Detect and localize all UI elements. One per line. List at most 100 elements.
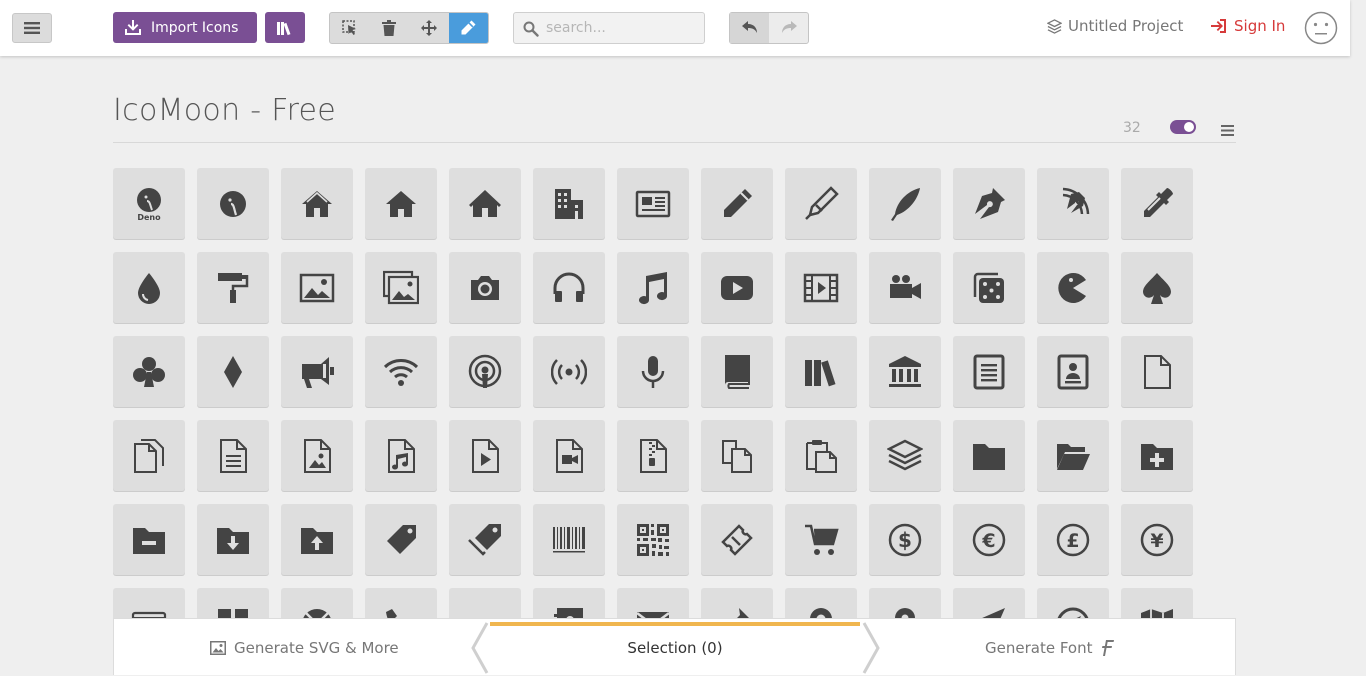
icon-tile[interactable] — [1037, 420, 1109, 492]
icon-tile[interactable] — [533, 168, 605, 240]
icon-tile[interactable] — [197, 168, 269, 240]
hamburger-icon — [24, 22, 40, 34]
headphones-icon — [553, 272, 585, 302]
user-avatar[interactable] — [1304, 11, 1338, 49]
icon-tile[interactable]: £ — [1037, 504, 1109, 576]
paint-format-icon — [218, 273, 249, 303]
icon-tile[interactable] — [281, 420, 353, 492]
edit-tool-button[interactable] — [448, 13, 488, 43]
icon-tile[interactable] — [365, 168, 437, 240]
icon-tile[interactable] — [533, 336, 605, 408]
icon-tile[interactable] — [113, 252, 185, 324]
icon-tile[interactable] — [785, 420, 857, 492]
icon-tile[interactable] — [953, 336, 1025, 408]
icon-tile[interactable] — [365, 420, 437, 492]
icon-tile[interactable] — [701, 168, 773, 240]
generate-svg-button[interactable]: Generate SVG & More — [210, 639, 399, 657]
icon-tile[interactable] — [617, 336, 689, 408]
icon-tile[interactable] — [701, 336, 773, 408]
icon-tile[interactable] — [869, 420, 941, 492]
icon-tile[interactable] — [1121, 168, 1193, 240]
search-input[interactable] — [544, 18, 694, 38]
icon-tile[interactable] — [953, 252, 1025, 324]
icon-tile[interactable] — [449, 252, 521, 324]
icon-tile[interactable] — [785, 168, 857, 240]
delete-tool-button[interactable] — [370, 13, 410, 43]
icon-tile[interactable] — [533, 504, 605, 576]
icon-tile[interactable]: Deno — [113, 168, 185, 240]
icon-tile[interactable] — [533, 420, 605, 492]
play-icon — [721, 276, 753, 300]
select-tool-button[interactable] — [330, 13, 370, 43]
icon-tile[interactable]: € — [953, 504, 1025, 576]
icon-tile[interactable] — [449, 504, 521, 576]
icon-tile[interactable] — [617, 504, 689, 576]
sign-in-link[interactable]: Sign In — [1211, 17, 1285, 35]
pacman-icon — [1058, 273, 1086, 303]
icon-tile[interactable] — [113, 504, 185, 576]
icon-library-button[interactable] — [265, 12, 305, 43]
icon-tile[interactable] — [533, 252, 605, 324]
icon-tile[interactable] — [449, 336, 521, 408]
redo-button[interactable] — [769, 13, 808, 43]
icon-tile[interactable] — [281, 504, 353, 576]
icon-tile[interactable] — [1121, 252, 1193, 324]
icon-tile[interactable] — [617, 420, 689, 492]
icon-tile[interactable] — [785, 252, 857, 324]
icon-tile[interactable] — [113, 420, 185, 492]
undo-button[interactable] — [730, 13, 769, 43]
icon-tile[interactable] — [1121, 336, 1193, 408]
icon-tile[interactable] — [449, 420, 521, 492]
icon-tile[interactable] — [617, 168, 689, 240]
blog-icon — [1062, 187, 1090, 215]
icon-tile[interactable] — [365, 252, 437, 324]
icon-tile[interactable] — [701, 420, 773, 492]
icon-tile[interactable] — [113, 336, 185, 408]
icon-tile[interactable] — [281, 168, 353, 240]
icon-tile[interactable] — [365, 504, 437, 576]
icon-tile[interactable] — [701, 504, 773, 576]
undo-icon — [741, 21, 757, 33]
icon-set-toggle[interactable] — [1170, 120, 1196, 134]
icon-set-menu-button[interactable] — [1221, 121, 1234, 140]
icon-tile[interactable] — [785, 504, 857, 576]
icon-tile[interactable]: ¥ — [1121, 504, 1193, 576]
icon-tile[interactable] — [197, 504, 269, 576]
icon-tile[interactable] — [869, 336, 941, 408]
file-text-icon — [973, 354, 1005, 390]
icon-tile[interactable]: $ — [869, 504, 941, 576]
icon-tile[interactable] — [1037, 252, 1109, 324]
icon-tile[interactable] — [449, 168, 521, 240]
icon-tile[interactable] — [197, 420, 269, 492]
icon-tile[interactable] — [869, 252, 941, 324]
icon-tile[interactable] — [785, 336, 857, 408]
icon-tile[interactable] — [1037, 168, 1109, 240]
coin-pound-icon: £ — [1056, 523, 1090, 557]
icon-tile[interactable] — [281, 252, 353, 324]
sign-in-label: Sign In — [1234, 17, 1286, 35]
generate-font-button[interactable]: Generate Font — [985, 639, 1115, 657]
office-icon — [555, 189, 583, 219]
import-icons-button[interactable]: Import Icons — [113, 12, 257, 43]
icon-tile[interactable] — [1037, 336, 1109, 408]
icon-tile[interactable] — [953, 420, 1025, 492]
icon-tile[interactable] — [953, 168, 1025, 240]
camera-icon — [471, 276, 499, 300]
main-menu-button[interactable] — [12, 13, 52, 43]
svg-text:$: $ — [898, 528, 912, 552]
barcode-icon — [553, 527, 585, 553]
icon-tile[interactable] — [617, 252, 689, 324]
icon-tile[interactable] — [281, 336, 353, 408]
icon-tile[interactable] — [869, 168, 941, 240]
select-icon — [342, 20, 356, 35]
icon-tile[interactable] — [197, 252, 269, 324]
icon-tile[interactable] — [1121, 420, 1193, 492]
icon-tile[interactable] — [365, 336, 437, 408]
redo-icon — [781, 21, 797, 33]
icon-tile[interactable] — [701, 252, 773, 324]
selection-tab[interactable]: Selection (0) — [487, 619, 863, 676]
selection-indicator — [490, 622, 860, 626]
icon-tile[interactable] — [197, 336, 269, 408]
project-menu[interactable]: Untitled Project — [1047, 17, 1183, 35]
move-tool-button[interactable] — [409, 13, 449, 43]
